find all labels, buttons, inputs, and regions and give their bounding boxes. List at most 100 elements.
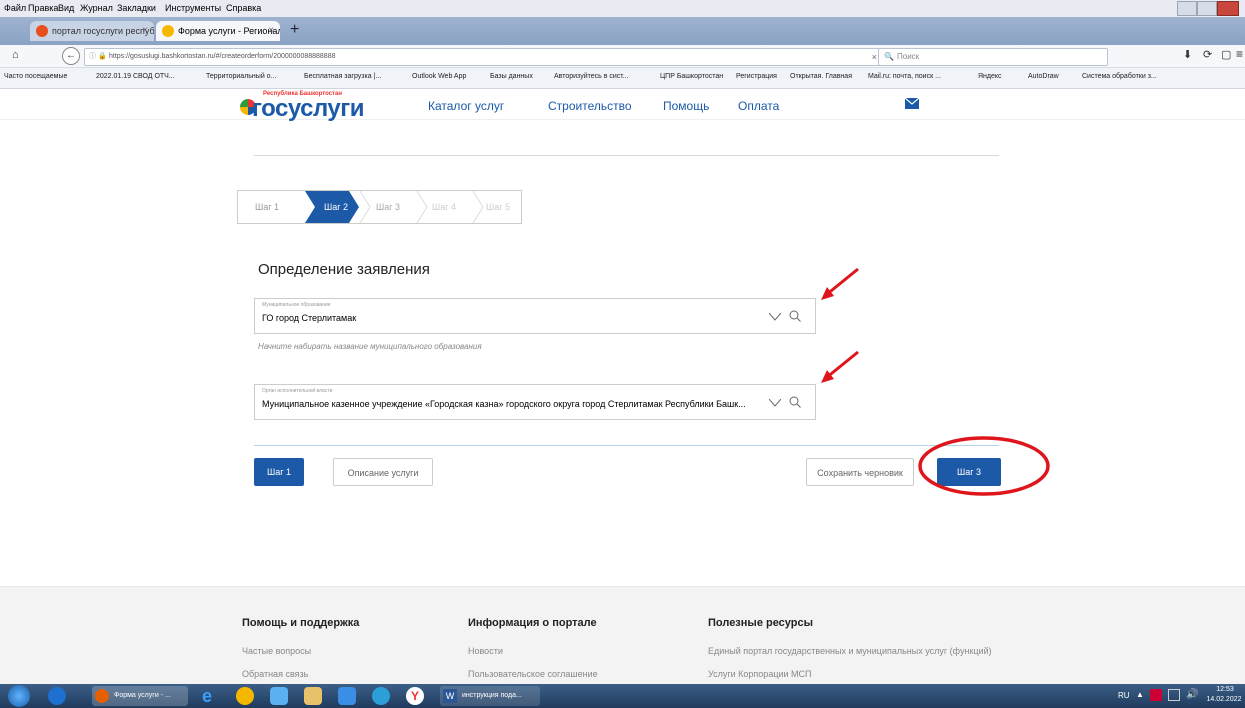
footer-news-link[interactable]: Новости: [468, 646, 503, 656]
bookmark-item[interactable]: Базы данных: [490, 73, 533, 80]
chrome-icon[interactable]: [48, 687, 66, 705]
bookmark-item[interactable]: Открытая. Главная: [790, 73, 852, 80]
tray-flag-icon[interactable]: [1150, 689, 1162, 701]
back-icon[interactable]: ←: [62, 47, 80, 65]
tray-volume-icon[interactable]: 🔊: [1186, 689, 1198, 700]
ie-icon[interactable]: e: [202, 687, 220, 705]
footer-feedback-link[interactable]: Обратная связь: [242, 669, 308, 679]
menu-view[interactable]: Вид: [58, 3, 74, 13]
top-divider: [254, 155, 999, 156]
browser-menubar: Файл Правка Вид Журнал Закладки Инструме…: [0, 0, 1245, 17]
bookmark-item[interactable]: Регистрация: [736, 73, 777, 80]
site-header: Республика Башкортостан госуслуги Катало…: [0, 89, 1245, 123]
step-1-back-button[interactable]: Шаг 1: [254, 458, 304, 486]
media-icon[interactable]: [338, 687, 356, 705]
search-placeholder: Поиск: [897, 52, 920, 61]
tab-form[interactable]: Форма услуги - Региональ ×: [156, 21, 280, 41]
bookmark-item[interactable]: Яндекс: [978, 73, 1002, 80]
yandex-browser-icon[interactable]: Y: [406, 687, 424, 705]
service-description-button[interactable]: Описание услуги: [333, 458, 433, 486]
form-title: Определение заявления: [258, 261, 430, 278]
home-icon[interactable]: ⌂: [12, 49, 19, 61]
bookmark-item[interactable]: Авторизуйтесь в сист...: [554, 73, 629, 80]
chevron-down-icon[interactable]: [769, 399, 781, 407]
step-3-next-button[interactable]: Шаг 3: [937, 458, 1001, 486]
hamburger-menu-icon[interactable]: ≡: [1236, 47, 1243, 61]
bookmark-item[interactable]: 2022.01.19 СВОД ОТЧ...: [96, 73, 175, 80]
mail-icon[interactable]: [905, 98, 919, 109]
menu-history[interactable]: Журнал: [80, 3, 113, 13]
window-controls: [1177, 1, 1239, 16]
authority-select[interactable]: Орган исполнительной власти Муниципально…: [254, 384, 816, 420]
footer-msp-link[interactable]: Услуги Корпорации МСП: [708, 669, 812, 679]
close-window-icon[interactable]: [1217, 1, 1239, 16]
search-icon[interactable]: [789, 396, 801, 408]
tray-network-icon[interactable]: [1168, 689, 1180, 701]
library-icon[interactable]: ▢: [1221, 48, 1231, 61]
clock-time[interactable]: 12:53: [1208, 686, 1242, 693]
download-icon[interactable]: ⬇: [1183, 48, 1192, 61]
maximize-icon[interactable]: [1197, 1, 1217, 16]
footer-agreement-link[interactable]: Пользовательское соглашение: [468, 669, 598, 679]
app-icon[interactable]: [270, 687, 288, 705]
app-icon[interactable]: [372, 687, 390, 705]
site-footer: Помощь и поддержка Частые вопросы Обратн…: [0, 586, 1245, 685]
clock-date[interactable]: 14.02.2022: [1204, 696, 1244, 703]
menu-edit[interactable]: Правка: [28, 3, 58, 13]
bookmark-item[interactable]: Mail.ru: почта, поиск ...: [868, 73, 941, 80]
minimize-icon[interactable]: [1177, 1, 1197, 16]
clear-url-icon[interactable]: ×: [872, 49, 877, 65]
lock-icon: 🔒: [98, 53, 107, 60]
bookmark-item[interactable]: Территориальный о...: [206, 73, 276, 80]
tray-arrow-icon[interactable]: ▲: [1136, 690, 1144, 699]
logo[interactable]: госуслуги: [252, 95, 365, 123]
footer-faq-link[interactable]: Частые вопросы: [242, 646, 311, 656]
save-draft-button[interactable]: Сохранить черновик: [806, 458, 914, 486]
close-tab-icon[interactable]: ×: [142, 21, 148, 41]
browser-search-input[interactable]: 🔍 Поиск: [878, 48, 1108, 66]
nav-catalog[interactable]: Каталог услуг: [428, 99, 504, 113]
browser-tabbar: портал госуслуги республ × Форма услуги …: [0, 17, 1245, 45]
menu-file[interactable]: Файл: [4, 3, 26, 13]
step-5: Шаг 5: [485, 202, 511, 212]
start-button-icon[interactable]: [8, 685, 30, 707]
nav-construction[interactable]: Строительство: [548, 99, 632, 113]
tab-portal[interactable]: портал госуслуги республ ×: [30, 21, 154, 41]
search-icon[interactable]: [789, 310, 801, 322]
menu-tools[interactable]: Инструменты: [165, 3, 221, 13]
firefox-icon: [95, 689, 109, 703]
new-tab-icon[interactable]: +: [290, 21, 299, 39]
windows-taskbar: Форма услуги - ... e Y W инструкция пода…: [0, 684, 1245, 708]
authority-label: Орган исполнительной власти: [262, 388, 333, 394]
taskbar-word[interactable]: W инструкция пода...: [440, 686, 540, 706]
authority-value: Муниципальное казенное учреждение «Город…: [262, 399, 746, 409]
bookmark-item[interactable]: ЦПР Башкортостан: [660, 73, 723, 80]
menu-help[interactable]: Справка: [226, 3, 261, 13]
url-bar[interactable]: ⓘ 🔒 https://gosuslugi.bashkortostan.ru/#…: [84, 48, 884, 66]
bookmark-item[interactable]: Часто посещаемые: [4, 73, 67, 80]
language-indicator[interactable]: RU: [1118, 691, 1130, 700]
bookmark-item[interactable]: Бесплатная загрузка |...: [304, 73, 381, 80]
taskbar-firefox[interactable]: Форма услуги - ...: [92, 686, 188, 706]
app-icon[interactable]: [236, 687, 254, 705]
search-icon: 🔍: [884, 52, 894, 61]
municipality-select[interactable]: Муниципальное образование ГО город Стерл…: [254, 298, 816, 334]
step-4: Шаг 4: [431, 202, 457, 212]
menu-bookmarks[interactable]: Закладки: [117, 3, 156, 13]
word-icon: W: [443, 689, 457, 703]
tab-portal-label: портал госуслуги республ: [52, 26, 154, 36]
bookmark-item[interactable]: Система обработки з...: [1082, 73, 1157, 80]
gosuslugi-favicon-icon: [162, 25, 174, 37]
footer-epgu-link[interactable]: Единый портал государственных и муниципа…: [708, 646, 992, 656]
folder-icon[interactable]: [304, 687, 322, 705]
nav-help[interactable]: Помощь: [663, 99, 709, 113]
chevron-down-icon[interactable]: [769, 313, 781, 321]
nav-payment[interactable]: Оплата: [738, 99, 779, 113]
taskbar-firefox-label: Форма услуги - ...: [114, 692, 171, 699]
bookmark-item[interactable]: AutoDraw: [1028, 73, 1059, 80]
step-1[interactable]: Шаг 1: [243, 190, 291, 224]
close-tab-icon[interactable]: ×: [268, 21, 274, 41]
bookmark-item[interactable]: Outlook Web App: [412, 73, 466, 80]
sync-icon[interactable]: ⟳: [1203, 48, 1212, 61]
step-3: Шаг 3: [375, 202, 401, 212]
